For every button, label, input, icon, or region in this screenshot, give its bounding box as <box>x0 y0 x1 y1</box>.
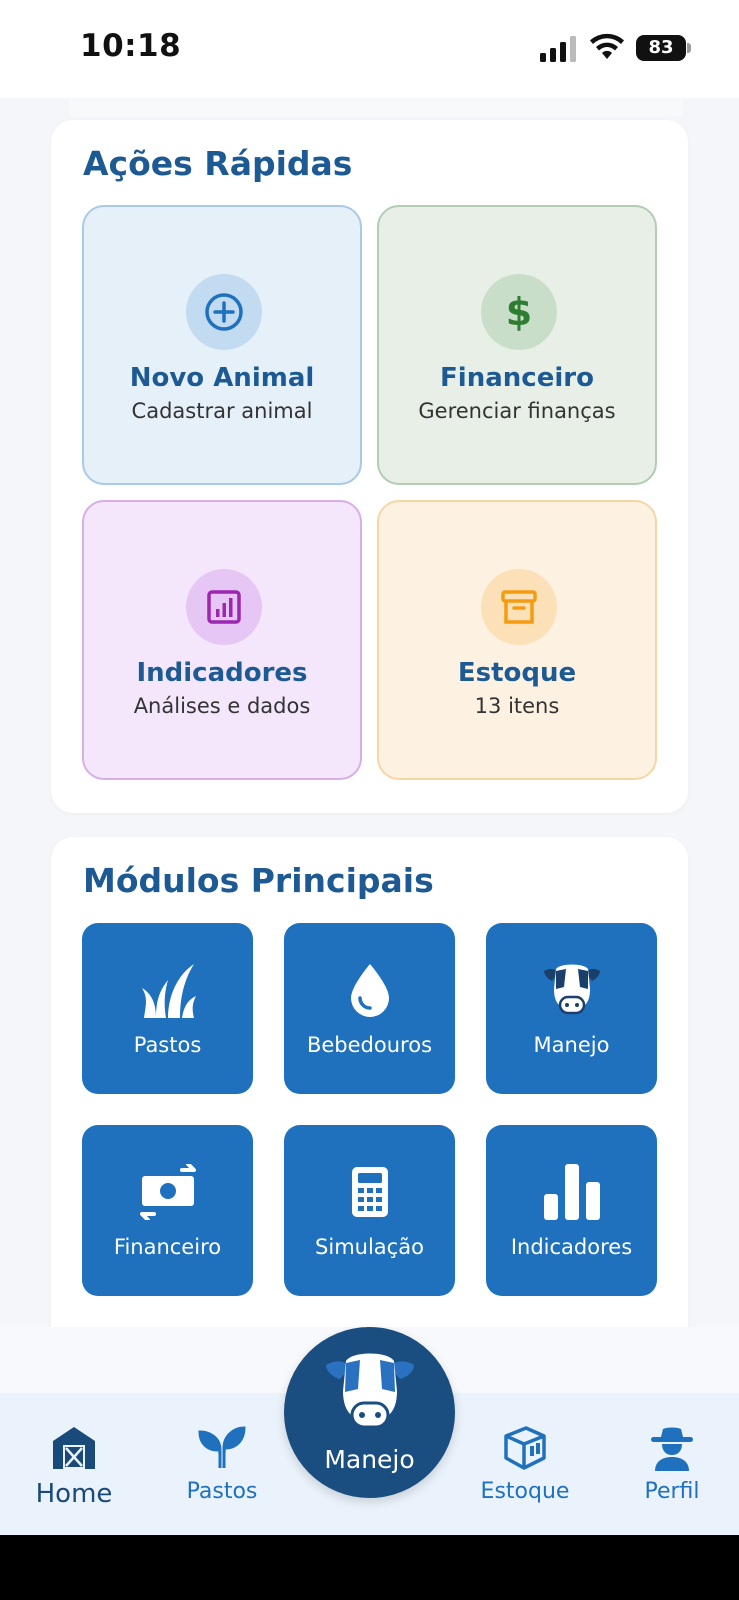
box-icon <box>500 1423 550 1473</box>
archive-icon <box>481 569 557 645</box>
module-label: Manejo <box>533 1033 610 1057</box>
quick-actions-card: Ações Rápidas Novo Animal Cadastrar anim… <box>51 120 688 813</box>
module-label: Financeiro <box>113 1235 222 1259</box>
quick-action-subtitle: Análises e dados <box>133 694 311 718</box>
quick-actions-title: Ações Rápidas <box>83 144 353 183</box>
quick-action-title: Estoque <box>457 658 577 688</box>
calculator-icon <box>337 1159 403 1225</box>
nav-label: Perfil <box>644 1479 700 1504</box>
quick-action-subtitle: 13 itens <box>474 694 560 718</box>
cow-icon <box>539 957 605 1023</box>
barn-icon <box>49 1423 99 1473</box>
quick-action-financeiro[interactable]: $ Financeiro Gerenciar finanças <box>377 205 657 485</box>
battery-icon: 83 <box>636 35 691 61</box>
quick-action-subtitle: Gerenciar finanças <box>418 399 616 423</box>
quick-action-indicadores[interactable]: Indicadores Análises e dados <box>82 500 362 780</box>
grass-icon <box>135 957 201 1023</box>
modules-card: Módulos Principais Pastos Bebedouros Man… <box>51 837 688 1337</box>
cowboy-icon <box>647 1423 697 1473</box>
status-time: 10:18 <box>80 28 182 64</box>
fab-label: Manejo <box>324 1445 415 1474</box>
quick-action-title: Indicadores <box>136 658 308 688</box>
money-exchange-icon <box>135 1159 201 1225</box>
module-financeiro[interactable]: Financeiro <box>82 1125 253 1296</box>
module-label: Indicadores <box>510 1235 633 1259</box>
dollar-icon: $ <box>481 274 557 350</box>
signal-icon <box>540 36 576 62</box>
quick-action-subtitle: Cadastrar animal <box>131 399 313 423</box>
quick-action-title: Financeiro <box>440 363 594 393</box>
nav-label: Estoque <box>480 1479 570 1504</box>
battery-level: 83 <box>636 35 686 61</box>
nav-estoque[interactable]: Estoque <box>465 1423 585 1504</box>
quick-action-title: Novo Animal <box>129 363 315 393</box>
cow-icon <box>326 1353 414 1429</box>
chart-icon <box>186 569 262 645</box>
module-indicadores[interactable]: Indicadores <box>486 1125 657 1296</box>
modules-title: Módulos Principais <box>83 861 434 900</box>
nav-label: Home <box>35 1479 113 1509</box>
nav-home[interactable]: Home <box>14 1423 134 1509</box>
module-pastos[interactable]: Pastos <box>82 923 253 1094</box>
module-bebedouros[interactable]: Bebedouros <box>284 923 455 1094</box>
wifi-icon <box>590 33 624 59</box>
module-label: Bebedouros <box>306 1033 433 1057</box>
manejo-fab-button[interactable]: Manejo <box>284 1327 455 1498</box>
bar-chart-icon <box>539 1159 605 1225</box>
module-manejo[interactable]: Manejo <box>486 923 657 1094</box>
nav-perfil[interactable]: Perfil <box>612 1423 732 1504</box>
scroll-edge <box>70 98 682 116</box>
water-drop-icon <box>337 957 403 1023</box>
sprout-icon <box>197 1423 247 1473</box>
nav-label: Pastos <box>186 1479 258 1504</box>
module-simulacao[interactable]: Simulação <box>284 1125 455 1296</box>
quick-action-estoque[interactable]: Estoque 13 itens <box>377 500 657 780</box>
nav-pastos[interactable]: Pastos <box>162 1423 282 1504</box>
module-label: Pastos <box>133 1033 202 1057</box>
plus-circle-icon <box>186 274 262 350</box>
quick-action-novo-animal[interactable]: Novo Animal Cadastrar animal <box>82 205 362 485</box>
status-bar: 10:18 83 <box>0 0 739 98</box>
module-label: Simulação <box>315 1235 424 1259</box>
device-bottom-bar <box>0 1535 739 1600</box>
